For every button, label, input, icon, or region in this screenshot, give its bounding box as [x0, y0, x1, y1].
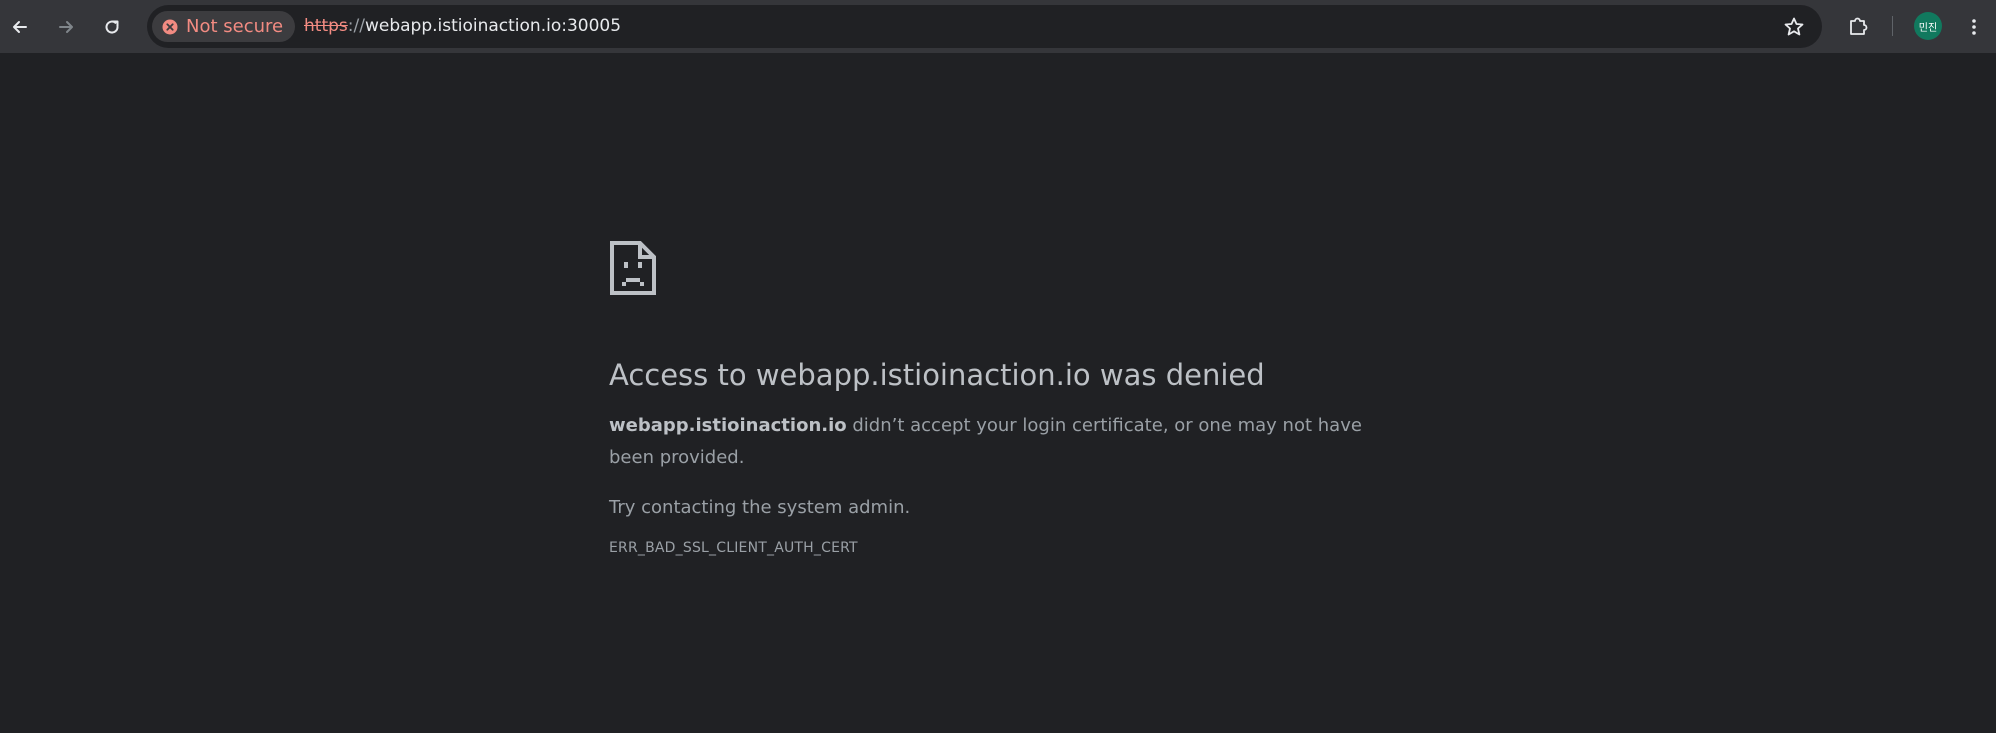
error-hint: Try contacting the system admin. [609, 497, 911, 518]
forward-button[interactable] [50, 11, 82, 43]
error-code[interactable]: ERR_BAD_SSL_CLIENT_AUTH_CERT [609, 540, 1369, 556]
menu-button[interactable] [1958, 11, 1990, 43]
reload-icon [105, 20, 119, 34]
url-host: webapp.istioinaction.io:30005 [364, 16, 622, 36]
profile-initials: 민진 [1918, 22, 1938, 34]
error-page-content: Access to webapp.istioinaction.io was de… [609, 240, 1369, 556]
browser-toolbar: Not secure https://webapp.istioinaction.… [0, 0, 1996, 53]
url-scheme: https [304, 16, 348, 36]
back-button[interactable] [4, 11, 36, 43]
security-label: Not secure [186, 16, 284, 37]
reload-button[interactable] [96, 11, 128, 43]
url-text[interactable]: https://webapp.istioinaction.io:30005 [304, 5, 621, 48]
kebab-menu-icon [1972, 19, 1976, 35]
arrow-left-icon [13, 21, 27, 33]
url-separator: :// [347, 16, 365, 36]
page-title: Access to webapp.istioinaction.io was de… [609, 358, 1265, 392]
error-host: webapp.istioinaction.io [609, 415, 847, 436]
extensions-button[interactable] [1842, 11, 1874, 43]
toolbar-divider [1892, 16, 1893, 36]
address-bar[interactable]: Not secure https://webapp.istioinaction.… [147, 5, 1822, 48]
puzzle-icon [1850, 17, 1868, 35]
arrow-right-icon [59, 21, 73, 33]
error-circle-icon [162, 19, 178, 34]
star-icon[interactable] [1782, 15, 1806, 39]
sad-page-icon [610, 241, 656, 295]
security-indicator-chip[interactable]: Not secure [152, 11, 296, 42]
profile-avatar[interactable]: 민진 [1914, 12, 1942, 40]
error-description: webapp.istioinaction.io didn’t accept yo… [609, 410, 1369, 474]
